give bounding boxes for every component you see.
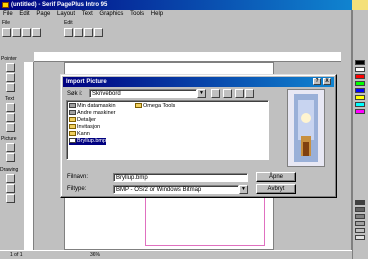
line-tool-icon[interactable] bbox=[6, 174, 15, 183]
color-swatch[interactable] bbox=[355, 109, 365, 114]
zoom-level[interactable]: 36% bbox=[90, 251, 100, 259]
horizontal-ruler bbox=[34, 52, 341, 62]
menu-page[interactable]: Page bbox=[36, 11, 50, 17]
print-icon[interactable] bbox=[32, 28, 41, 37]
new-document-icon[interactable] bbox=[2, 28, 11, 37]
details-view-icon[interactable] bbox=[245, 89, 254, 98]
copy-icon[interactable] bbox=[74, 28, 83, 37]
text-frame-tool-icon[interactable] bbox=[6, 113, 15, 122]
menu-bar: File Edit Page Layout Text Graphics Tool… bbox=[0, 10, 352, 19]
oval-tool-icon[interactable] bbox=[6, 194, 15, 203]
chevron-down-icon[interactable]: ▼ bbox=[239, 185, 248, 194]
dialog-title-bar: Import Picture ? X bbox=[63, 77, 334, 87]
filename-input[interactable]: Bryllup.bmp bbox=[113, 173, 248, 182]
menu-file[interactable]: File bbox=[3, 11, 13, 17]
computer-icon bbox=[69, 103, 76, 109]
filetype-label: Filtype: bbox=[67, 186, 87, 192]
list-item[interactable]: Detaljer bbox=[69, 117, 96, 124]
shade-swatch[interactable] bbox=[355, 200, 365, 205]
crop-tool-icon[interactable] bbox=[6, 83, 15, 92]
folder-icon bbox=[135, 103, 142, 109]
pointer-tool-icon[interactable] bbox=[6, 63, 15, 72]
menu-edit[interactable]: Edit bbox=[19, 11, 29, 17]
menu-layout[interactable]: Layout bbox=[57, 11, 75, 17]
table-tool-icon[interactable] bbox=[6, 123, 15, 132]
color-swatch[interactable] bbox=[355, 60, 365, 65]
toolbar-group-edit-label: Edit bbox=[64, 20, 73, 26]
app-title: (untitled) - Serif PagePlus Intro 95 bbox=[11, 2, 108, 8]
menu-text[interactable]: Text bbox=[82, 11, 93, 17]
text-section-label: Text bbox=[5, 96, 15, 102]
pointer-section-label: Pointer bbox=[1, 56, 17, 62]
list-item[interactable]: Kann bbox=[69, 131, 90, 138]
menu-help[interactable]: Help bbox=[151, 11, 163, 17]
network-icon bbox=[69, 110, 76, 116]
shade-swatch[interactable] bbox=[355, 207, 365, 212]
look-in-label: Søk i: bbox=[67, 91, 83, 97]
open-folder-icon[interactable] bbox=[12, 28, 21, 37]
undo-icon[interactable] bbox=[94, 28, 103, 37]
picture-preview bbox=[287, 89, 325, 167]
folder-icon bbox=[69, 117, 76, 123]
list-item[interactable]: Andre maskiner bbox=[69, 110, 116, 117]
app-logo-icon bbox=[2, 2, 9, 8]
open-button[interactable]: Åpne bbox=[256, 172, 296, 182]
import-picture-tool-icon[interactable] bbox=[6, 143, 15, 152]
drawing-section-label: Drawing bbox=[0, 167, 19, 173]
cancel-button[interactable]: Avbryt bbox=[256, 184, 296, 194]
menu-graphics[interactable]: Graphics bbox=[99, 11, 123, 17]
new-folder-icon[interactable] bbox=[223, 89, 232, 98]
filetype-select[interactable]: BMP - OS/2 or Windows Bitmap bbox=[113, 185, 239, 194]
list-item[interactable]: Min datamaskin bbox=[69, 103, 116, 110]
color-panel bbox=[352, 10, 368, 259]
filename-value: Bryllup.bmp bbox=[116, 175, 148, 181]
list-item[interactable]: Invitasjon bbox=[69, 124, 100, 131]
cut-icon[interactable] bbox=[64, 28, 73, 37]
rotate-tool-icon[interactable] bbox=[6, 73, 15, 82]
color-swatch[interactable] bbox=[355, 67, 365, 72]
folder-icon bbox=[69, 131, 76, 137]
list-item-selected[interactable]: Bryllup.bmp bbox=[69, 138, 107, 145]
dialog-title: Import Picture bbox=[66, 79, 107, 85]
bitmap-file-icon bbox=[69, 138, 76, 144]
up-folder-icon[interactable] bbox=[211, 89, 220, 98]
color-swatch[interactable] bbox=[355, 88, 365, 93]
list-view-icon[interactable] bbox=[235, 89, 244, 98]
file-list[interactable]: Min datamaskin Omega Tools Andre maskine… bbox=[66, 100, 269, 160]
chevron-down-icon[interactable]: ▼ bbox=[197, 89, 206, 98]
preview-image bbox=[288, 90, 324, 166]
menu-tools[interactable]: Tools bbox=[130, 11, 144, 17]
page-indicator[interactable]: 1 of 1 bbox=[10, 251, 23, 259]
paste-icon[interactable] bbox=[84, 28, 93, 37]
shade-swatch[interactable] bbox=[355, 221, 365, 226]
color-swatch[interactable] bbox=[355, 74, 365, 79]
picture-section-label: Picture bbox=[1, 136, 17, 142]
look-in-select[interactable]: Skrivebord bbox=[89, 89, 197, 98]
vertical-ruler bbox=[24, 62, 34, 250]
import-picture-dialog: Import Picture ? X Søk i: Skrivebord ▼ M… bbox=[60, 74, 337, 198]
list-item[interactable]: Omega Tools bbox=[135, 103, 175, 110]
color-swatch[interactable] bbox=[355, 81, 365, 86]
toolbar-group-file-label: File bbox=[2, 20, 11, 26]
filetype-value: BMP - OS/2 or Windows Bitmap bbox=[116, 187, 202, 193]
folder-icon bbox=[69, 124, 76, 130]
shade-swatch[interactable] bbox=[355, 228, 365, 233]
app-title-bar: (untitled) - Serif PagePlus Intro 95 bbox=[0, 0, 352, 10]
status-bar: 1 of 1 36% bbox=[0, 250, 352, 259]
help-button[interactable]: ? bbox=[313, 78, 321, 85]
box-tool-icon[interactable] bbox=[6, 184, 15, 193]
shade-swatch[interactable] bbox=[355, 235, 365, 240]
color-swatch[interactable] bbox=[355, 95, 365, 100]
color-swatch[interactable] bbox=[355, 102, 365, 107]
text-tool-icon[interactable] bbox=[6, 103, 15, 112]
filename-label: Filnavn: bbox=[67, 174, 89, 180]
save-disk-icon[interactable] bbox=[22, 28, 31, 37]
close-button[interactable]: X bbox=[323, 78, 331, 85]
tool-panel: Pointer Text Picture Drawing bbox=[0, 52, 22, 252]
shade-swatch[interactable] bbox=[355, 214, 365, 219]
look-in-value: Skrivebord bbox=[92, 91, 121, 97]
clipart-tool-icon[interactable] bbox=[6, 153, 15, 162]
